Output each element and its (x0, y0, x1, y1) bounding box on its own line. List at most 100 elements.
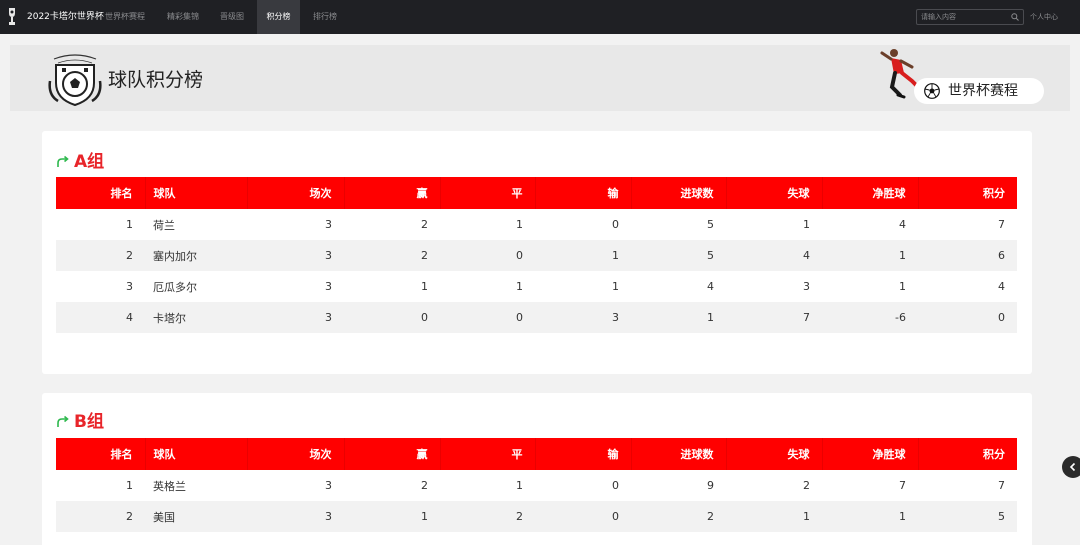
group-title: A组 (74, 152, 105, 172)
cell-goal-difference: 1 (822, 501, 918, 532)
standings-table: 排名 球队 场次 赢 平 输 进球数 失球 净胜球 积分 1 英格兰 3 2 1… (56, 438, 1017, 532)
nav-item-rankings[interactable]: 排行榜 (305, 0, 345, 34)
cell-goals-for: 4 (631, 271, 726, 302)
cell-goals-against: 3 (726, 271, 822, 302)
table-row[interactable]: 2 塞内加尔 3 2 0 1 5 4 1 6 (56, 240, 1017, 271)
header-team[interactable]: 球队 (145, 177, 248, 209)
header-lost[interactable]: 输 (535, 177, 632, 209)
nav-item-highlights[interactable]: 精彩集锦 (158, 0, 208, 34)
redo-arrow-icon (57, 415, 69, 427)
cell-played: 3 (247, 209, 344, 240)
search-box (916, 9, 1024, 25)
header-goals-for[interactable]: 进球数 (631, 438, 727, 470)
cell-team: 塞内加尔 (145, 240, 247, 271)
cell-played: 3 (247, 470, 344, 501)
cell-won: 2 (344, 470, 440, 501)
cell-rank: 3 (56, 271, 145, 302)
search-input[interactable] (921, 11, 1005, 23)
cell-goal-difference: 1 (822, 240, 918, 271)
cell-drawn: 2 (440, 501, 535, 532)
cell-won: 1 (344, 271, 440, 302)
header-drawn[interactable]: 平 (440, 177, 536, 209)
header-won[interactable]: 赢 (344, 438, 441, 470)
header-goal-difference[interactable]: 净胜球 (822, 438, 919, 470)
cell-lost: 0 (535, 209, 631, 240)
cell-goals-against: 1 (726, 501, 822, 532)
cell-drawn: 0 (440, 240, 535, 271)
user-center-link[interactable]: 个人中心 (1030, 10, 1058, 24)
nav-item-bracket[interactable]: 晋级图 (212, 0, 252, 34)
table-row[interactable]: 2 美国 3 1 2 0 2 1 1 5 (56, 501, 1017, 532)
cell-goals-against: 7 (726, 302, 822, 333)
header-rank[interactable]: 排名 (56, 177, 146, 209)
cell-goals-against: 2 (726, 470, 822, 501)
header-lost[interactable]: 输 (535, 438, 632, 470)
cell-team: 英格兰 (145, 470, 247, 501)
cell-drawn: 1 (440, 271, 535, 302)
cell-drawn: 1 (440, 470, 535, 501)
header-goals-against[interactable]: 失球 (726, 438, 823, 470)
schedule-button-label: 世界杯赛程 (948, 83, 1018, 99)
chevron-left-icon (1069, 462, 1076, 472)
header-won[interactable]: 赢 (344, 177, 441, 209)
cell-drawn: 1 (440, 209, 535, 240)
cell-rank: 2 (56, 240, 145, 271)
table-row[interactable]: 1 英格兰 3 2 1 0 9 2 7 7 (56, 470, 1017, 501)
cell-rank: 1 (56, 470, 145, 501)
cell-goals-for: 9 (631, 470, 726, 501)
cell-goals-for: 5 (631, 240, 726, 271)
cell-goals-against: 4 (726, 240, 822, 271)
cell-rank: 2 (56, 501, 145, 532)
cell-goal-difference: 4 (822, 209, 918, 240)
search-icon[interactable] (1011, 13, 1019, 21)
header-played[interactable]: 场次 (247, 177, 345, 209)
cell-lost: 1 (535, 271, 631, 302)
header-rank[interactable]: 排名 (56, 438, 146, 470)
table-header-row: 排名 球队 场次 赢 平 输 进球数 失球 净胜球 积分 (56, 438, 1017, 470)
group-title: B组 (74, 412, 104, 432)
cell-won: 0 (344, 302, 440, 333)
cell-lost: 3 (535, 302, 631, 333)
cell-won: 1 (344, 501, 440, 532)
cell-played: 3 (247, 271, 344, 302)
header-drawn[interactable]: 平 (440, 438, 536, 470)
cell-team: 荷兰 (145, 209, 247, 240)
table-row[interactable]: 1 荷兰 3 2 1 0 5 1 4 7 (56, 209, 1017, 240)
club-badge-icon (48, 54, 102, 107)
cell-played: 3 (247, 240, 344, 271)
trophy-icon[interactable] (7, 7, 17, 26)
cell-points: 7 (918, 470, 1017, 501)
group-card-a: A组 排名 球队 场次 赢 平 输 进球数 失球 净胜球 积分 1 荷兰 3 2… (42, 131, 1032, 374)
table-row[interactable]: 3 厄瓜多尔 3 1 1 1 4 3 1 4 (56, 271, 1017, 302)
site-title[interactable]: 2022卡塔尔世界杯 (27, 10, 104, 24)
cell-points: 5 (918, 501, 1017, 532)
cell-team: 厄瓜多尔 (145, 271, 247, 302)
cell-played: 3 (247, 302, 344, 333)
cell-points: 7 (918, 209, 1017, 240)
sidebar-toggle-button[interactable] (1062, 456, 1080, 478)
header-goals-for[interactable]: 进球数 (631, 177, 727, 209)
nav-item-standings[interactable]: 积分榜 (257, 0, 300, 34)
cell-won: 2 (344, 209, 440, 240)
table-header-row: 排名 球队 场次 赢 平 输 进球数 失球 净胜球 积分 (56, 177, 1017, 209)
cell-lost: 0 (535, 501, 631, 532)
header-points[interactable]: 积分 (918, 438, 1017, 470)
header-played[interactable]: 场次 (247, 438, 345, 470)
schedule-button[interactable]: 世界杯赛程 (914, 78, 1044, 104)
cell-rank: 1 (56, 209, 145, 240)
page-title: 球队积分榜 (108, 69, 204, 91)
header-goal-difference[interactable]: 净胜球 (822, 177, 919, 209)
page-banner: 球队积分榜 世界杯赛程 (10, 45, 1070, 111)
table-row[interactable]: 4 卡塔尔 3 0 0 3 1 7 -6 0 (56, 302, 1017, 333)
redo-arrow-icon (57, 155, 69, 167)
cell-points: 6 (918, 240, 1017, 271)
header-team[interactable]: 球队 (145, 438, 248, 470)
cell-won: 2 (344, 240, 440, 271)
nav-item-schedule[interactable]: 世界杯赛程 (96, 0, 154, 34)
header-goals-against[interactable]: 失球 (726, 177, 823, 209)
cell-lost: 0 (535, 470, 631, 501)
cell-drawn: 0 (440, 302, 535, 333)
cell-points: 4 (918, 271, 1017, 302)
header-points[interactable]: 积分 (918, 177, 1017, 209)
soccer-ball-icon (924, 83, 940, 99)
